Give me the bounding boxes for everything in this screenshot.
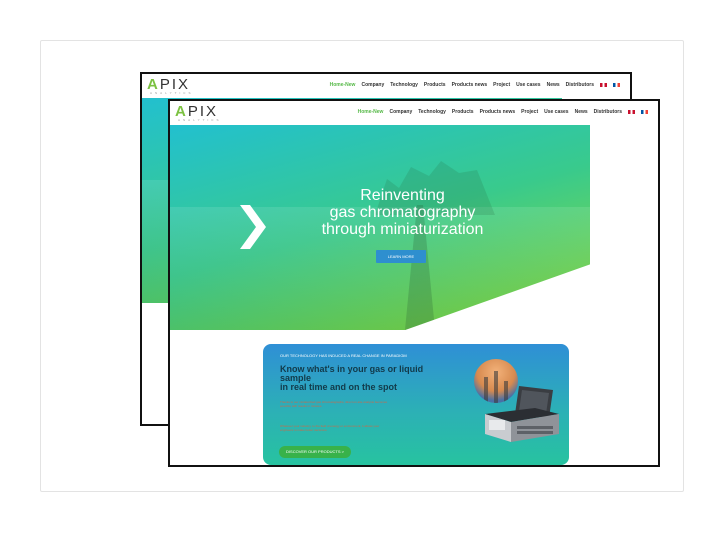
promo-title: Know what's in your gas or liquid sample… (280, 365, 455, 392)
logo-subtitle: ANALYTICS (178, 118, 222, 122)
nav-item-home-new[interactable]: Home-New (330, 82, 356, 88)
hero-title: Reinventing gas chromatography through m… (300, 187, 505, 238)
products-promo-card: OUR TECHNOLOGY HAS INDUCED A REAL CHANGE… (263, 344, 569, 465)
hero-title-line-2: gas chromatography (329, 204, 476, 221)
fr-flag-icon[interactable] (641, 110, 648, 114)
nav-item-products[interactable]: Products (452, 109, 474, 115)
logo-subtitle: ANALYTICS (150, 91, 194, 95)
nav-item-use-cases[interactable]: Use cases (544, 109, 568, 115)
nav-item-products-news[interactable]: Products news (452, 82, 488, 88)
main-menu: Home-New Company Technology Products Pro… (330, 82, 620, 88)
hero-title-line-3: through miniaturization (321, 221, 484, 238)
main-menu: Home-New Company Technology Products Pro… (358, 109, 648, 115)
nav-item-home-new[interactable]: Home-New (358, 109, 384, 115)
nav-item-news[interactable]: News (547, 82, 560, 88)
nav-item-company[interactable]: Company (389, 109, 412, 115)
nav-item-project[interactable]: Project (493, 82, 510, 88)
nav-item-distributors[interactable]: Distributors (566, 82, 594, 88)
nav-item-products[interactable]: Products (424, 82, 446, 88)
nav-item-news[interactable]: News (575, 109, 588, 115)
nav-item-company[interactable]: Company (361, 82, 384, 88)
promo-kicker: OUR TECHNOLOGY HAS INDUCED A REAL CHANGE… (280, 353, 407, 358)
website-screenshot-front: APIX ANALYTICS Home-New Company Technolo… (168, 99, 660, 467)
nav-item-distributors[interactable]: Distributors (594, 109, 622, 115)
nav-item-use-cases[interactable]: Use cases (516, 82, 540, 88)
promo-paragraph-1: Thanks to our miniaturized gas chromatog… (280, 400, 388, 408)
nav-bar: APIX ANALYTICS Home-New Company Technolo… (142, 74, 630, 98)
hero-title-line-1: Reinventing (360, 187, 445, 204)
discover-products-button[interactable]: DISCOVER OUR PRODUCTS > (279, 446, 351, 458)
hero-banner: Reinventing gas chromatography through m… (170, 125, 590, 330)
chevron-right-icon (240, 205, 266, 249)
promo-title-line-2: in real time and on the spot (280, 382, 398, 392)
nav-bar: APIX ANALYTICS Home-New Company Technolo… (170, 101, 658, 125)
nav-item-project[interactable]: Project (521, 109, 538, 115)
nav-item-products-news[interactable]: Products news (480, 109, 516, 115)
uk-flag-icon[interactable] (600, 83, 607, 87)
learn-more-button[interactable]: LEARN MORE (376, 250, 426, 263)
nav-item-technology[interactable]: Technology (418, 109, 446, 115)
fr-flag-icon[interactable] (613, 83, 620, 87)
promo-paragraph-2: Whatever your industry, to the field of … (280, 424, 380, 432)
promo-title-line-1: Know what's in your gas or liquid sample (280, 364, 424, 383)
nav-item-technology[interactable]: Technology (390, 82, 418, 88)
uk-flag-icon[interactable] (628, 110, 635, 114)
gas-chromatograph-device-image (485, 386, 559, 442)
